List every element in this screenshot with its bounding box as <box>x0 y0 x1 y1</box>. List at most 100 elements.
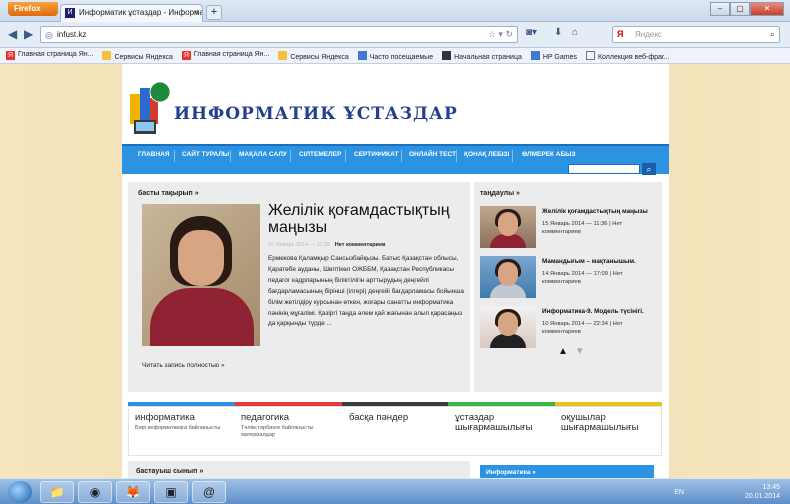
thumbnail-figure-body <box>490 334 526 348</box>
category-other-subjects[interactable]: басқа пәндер <box>349 413 408 423</box>
search-icon[interactable]: ⌕ <box>770 29 775 40</box>
primary-school-section: бастауыш сынып » <box>128 461 470 478</box>
menu-divider <box>174 150 175 162</box>
url-bar[interactable]: ◎ infust.kz ☆ ▾ ↻ <box>40 26 518 43</box>
site-identity-icon[interactable]: ◎ <box>45 30 53 41</box>
thumbnail-figure-face <box>498 312 518 336</box>
bookmark-star-icon[interactable]: ☆ ▾ ↻ <box>488 29 513 40</box>
post-title[interactable]: Желілік қоғамдастықтың маңызы <box>542 208 658 215</box>
bookmark-item[interactable]: HP Games <box>530 50 577 61</box>
category-teachers-works[interactable]: ұстаздар шығармашылығы <box>455 413 551 433</box>
section-heading[interactable]: бастауыш сынып » <box>136 468 203 475</box>
post-meta: 15 Январь 2014 — 11:36 | Нет комментарие… <box>542 221 623 235</box>
bookmark-item[interactable]: Я Главная страница Ян... <box>6 51 93 60</box>
new-tab-button[interactable]: + <box>206 5 222 20</box>
site-logo-icon[interactable] <box>128 80 172 136</box>
menu-divider <box>230 150 231 162</box>
minimize-button[interactable]: – <box>710 2 730 16</box>
article-date: 15 Январь 2014 — 11:36 <box>268 242 331 248</box>
browser-tab[interactable]: И Информатик ұстаздар - Информатикт... × <box>60 4 203 22</box>
search-placeholder: Яндекс <box>635 30 662 39</box>
article-meta: 15 Январь 2014 — 11:36 Нет комментариев <box>268 242 385 248</box>
article-title[interactable]: Желілік қоғамдастықтың маңызы <box>268 202 468 236</box>
app-taskbar-icon[interactable]: ▣ <box>154 481 188 503</box>
start-button[interactable] <box>8 481 32 503</box>
bookmark-item[interactable]: Коллекция веб-фраг... <box>585 50 669 61</box>
thumbnail-figure-face <box>498 262 518 286</box>
menu-divider <box>512 150 513 162</box>
article-photo[interactable] <box>142 204 260 346</box>
photo-figure-face <box>178 230 224 286</box>
bookmarks-toolbar: Я Главная страница Ян... Сервисы Яндекса … <box>0 48 790 64</box>
featured-sidebar: таңдаулы » Желілік қоғамдастықтың маңызы… <box>474 182 662 392</box>
menu-item-home[interactable]: ГЛАВНАЯ <box>138 151 170 158</box>
category-pedagogy[interactable]: педагогика Тәлім-тәрбиеге байланысты мат… <box>241 413 331 439</box>
bookmark-item[interactable]: Сервисы Яндекса <box>278 50 349 61</box>
hp-games-icon <box>530 50 540 60</box>
folder-icon <box>278 50 288 60</box>
category-students-works[interactable]: оқушылар шығармашылығы <box>561 413 657 433</box>
sidebar-heading[interactable]: таңдаулы » <box>480 190 520 197</box>
web-slice-icon <box>585 50 595 60</box>
bookmark-item[interactable]: Сервисы Яндекса <box>102 50 173 61</box>
sidebar-post[interactable]: Желілік қоғамдастықтың маңызы 15 Январь … <box>480 206 658 248</box>
start-page-icon <box>442 50 452 60</box>
menu-item-online-test[interactable]: ОНЛАЙН ТЕСТ <box>409 151 456 158</box>
post-thumbnail[interactable] <box>480 206 536 248</box>
forward-icon[interactable]: ▶ <box>24 27 33 41</box>
firefox-taskbar-icon[interactable]: 🦊 <box>116 481 150 503</box>
clock-time[interactable]: 13:45 <box>745 483 780 492</box>
menu-item-guestbook[interactable]: ҚОНАҚ ЛЕБІЗІ <box>464 151 509 158</box>
browser-titlebar: Firefox И Информатик ұстаздар - Информат… <box>0 0 790 22</box>
page-viewport: ИНФОРМАТИК ҰСТАЗДАР ГЛАВНАЯ САЙТ ТУРАЛЫ … <box>0 64 790 478</box>
close-window-button[interactable]: ✕ <box>750 2 784 16</box>
yandex-icon[interactable]: Я <box>617 29 623 39</box>
media-player-icon[interactable]: ◉ <box>78 481 112 503</box>
read-more-link[interactable]: Читать запись полностью » <box>142 362 225 369</box>
menu-item-about[interactable]: САЙТ ТУРАЛЫ <box>182 151 229 158</box>
post-title[interactable]: Мамандығым – мақтанышым. <box>542 258 658 265</box>
menu-item-poetry[interactable]: ӨЛМЕРЕК АБЫЗ <box>522 151 576 158</box>
category-name: педагогика <box>241 412 290 423</box>
site-container: ИНФОРМАТИК ҰСТАЗДАР ГЛАВНАЯ САЙТ ТУРАЛЫ … <box>122 64 669 478</box>
clock-date[interactable]: 20.01.2014 <box>745 492 780 501</box>
back-icon[interactable]: ◀ <box>8 27 17 41</box>
informatics-widget-header[interactable]: Информатика » <box>480 465 654 478</box>
chevron-down-icon[interactable]: ▼ <box>575 346 585 357</box>
main-menu: ГЛАВНАЯ САЙТ ТУРАЛЫ МАҚАЛА САЛУ СІЛТЕМЕЛ… <box>122 144 669 175</box>
file-explorer-icon[interactable]: 📁 <box>40 481 74 503</box>
menu-divider <box>290 150 291 162</box>
site-search-button[interactable]: ⌕ <box>642 163 656 175</box>
photo-figure-body <box>150 288 254 346</box>
bookmark-item[interactable]: Часто посещаемые <box>357 50 433 61</box>
home-icon[interactable]: ⌂ <box>572 27 578 38</box>
category-informatics[interactable]: информатика Бәрі информатикага байланыст… <box>135 413 225 432</box>
menu-item-links[interactable]: СІЛТЕМЕЛЕР <box>299 151 341 158</box>
sidebar-post[interactable]: Мамандығым – мақтанышым. 14 Январь 2014 … <box>480 256 658 298</box>
maximize-button[interactable]: ▢ <box>730 2 750 16</box>
post-title[interactable]: Информатика-9. Модель түсінігі. <box>542 308 658 315</box>
chevron-up-icon[interactable]: ▲ <box>558 346 568 357</box>
menu-item-post-article[interactable]: МАҚАЛА САЛУ <box>239 151 287 158</box>
bookmark-item[interactable]: Начальная страница <box>442 50 522 61</box>
search-input[interactable]: Я Яндекс ⌕ <box>612 26 780 43</box>
site-title[interactable]: ИНФОРМАТИК ҰСТАЗДАР <box>174 104 458 124</box>
menu-item-certificate[interactable]: СЕРТИФИКАТ <box>354 151 398 158</box>
sidebar-post[interactable]: Информатика-9. Модель түсінігі. 10 Январ… <box>480 306 658 348</box>
windows-taskbar: 📁 ◉ 🦊 ▣ @ EN 13:45 20.01.2014 <box>0 478 790 504</box>
post-thumbnail[interactable] <box>480 256 536 298</box>
post-meta: 14 Январь 2014 — 17:09 | Нет комментарие… <box>542 271 623 285</box>
site-search-input[interactable] <box>568 164 640 174</box>
downloads-icon[interactable]: ⬇ <box>554 27 562 38</box>
email-app-icon[interactable]: @ <box>192 481 226 503</box>
language-indicator[interactable]: EN <box>674 489 684 496</box>
firefox-menu-button[interactable]: Firefox <box>8 2 58 16</box>
bookmarks-menu-icon[interactable]: ◙▾ <box>526 27 537 38</box>
post-thumbnail[interactable] <box>480 306 536 348</box>
system-tray: EN 13:45 20.01.2014 <box>674 483 780 501</box>
url-text: infust.kz <box>57 30 87 39</box>
article-comments-link[interactable]: Нет комментариев <box>335 242 386 248</box>
section-heading[interactable]: басты тақырып » <box>138 190 199 197</box>
tab-close-icon[interactable]: × <box>194 7 199 17</box>
bookmark-item[interactable]: Я Главная страница Ян... <box>181 51 269 60</box>
